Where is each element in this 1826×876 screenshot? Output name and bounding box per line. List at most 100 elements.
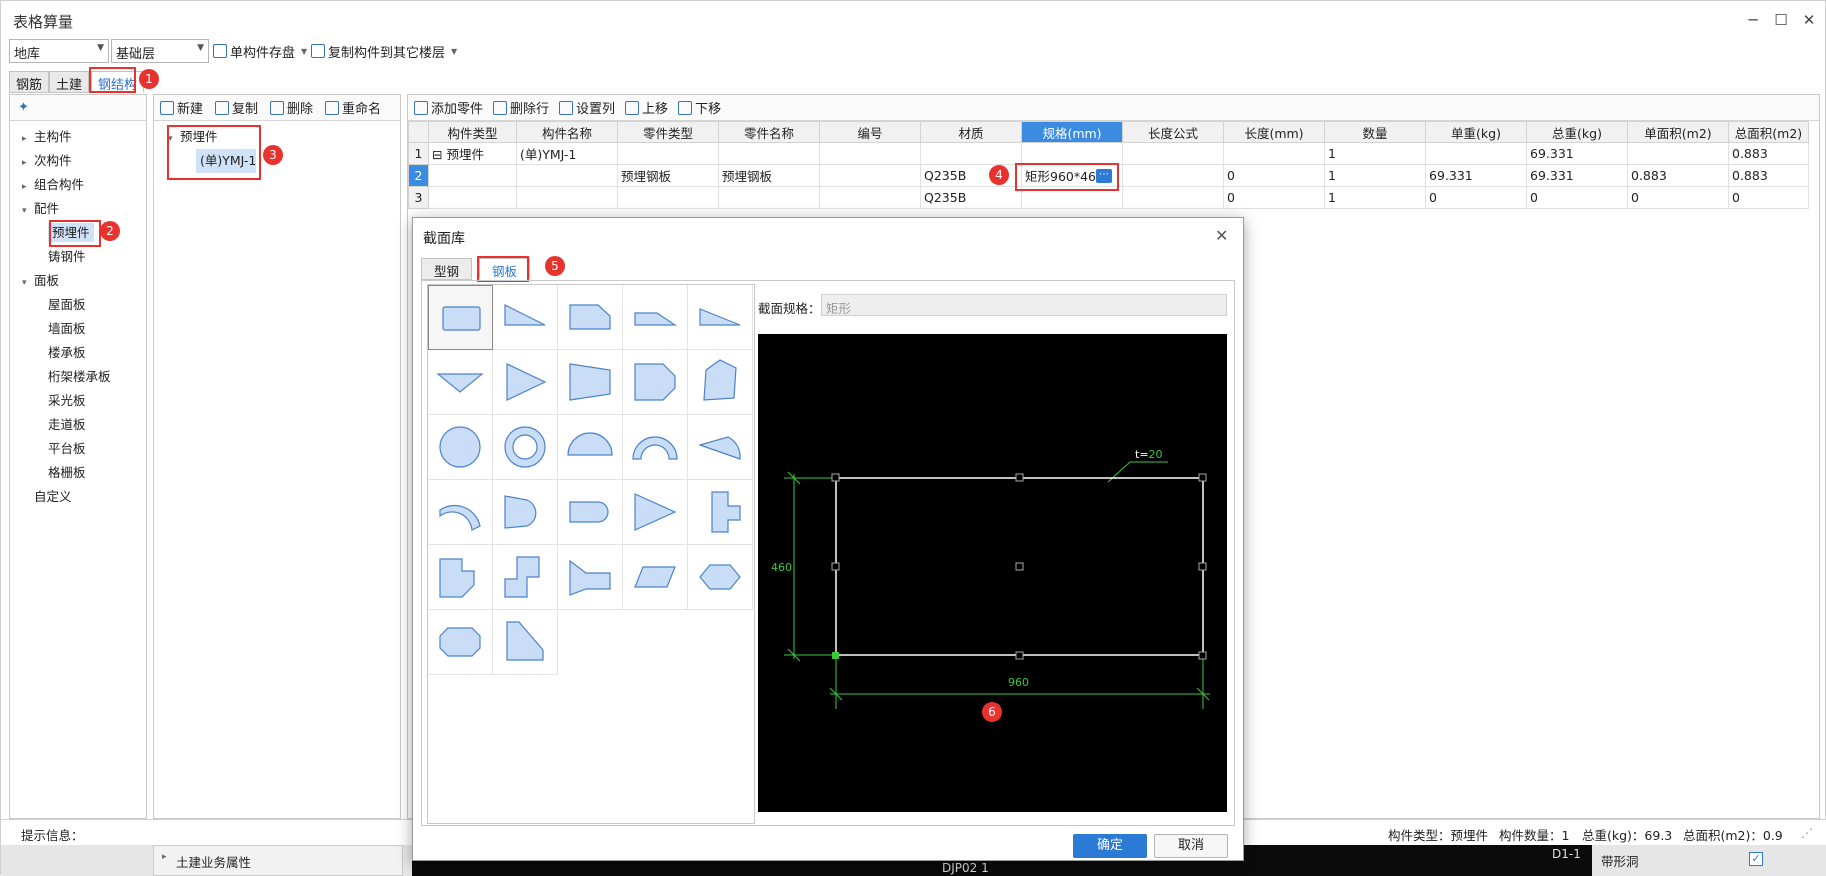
table-cell[interactable] — [718, 142, 820, 165]
table-cell[interactable] — [819, 186, 921, 209]
column-header[interactable]: 构件类型 — [428, 121, 517, 143]
table-cell[interactable]: 预埋钢板 — [718, 164, 820, 187]
floor-select[interactable]: 基础层 ▼ — [111, 39, 209, 63]
table-cell[interactable] — [516, 186, 618, 209]
ok-button[interactable]: 确定 — [1073, 834, 1147, 858]
shape-option[interactable] — [688, 285, 753, 350]
shape-option[interactable] — [493, 480, 558, 545]
tree-item[interactable]: ▾ 配件 — [10, 197, 146, 221]
tree-item[interactable]: 自定义 — [10, 485, 146, 509]
table-cell[interactable] — [1122, 164, 1224, 187]
column-header[interactable]: 总重(kg) — [1526, 121, 1628, 143]
shape-option[interactable] — [493, 285, 558, 350]
table-row[interactable]: 1 ⊟ 预埋件 (单)YMJ-1 1 69.331 0.883 — [408, 142, 1809, 165]
tree-item[interactable]: 平台板 — [10, 437, 146, 461]
column-header[interactable]: 单重(kg) — [1425, 121, 1527, 143]
column-header[interactable]: 材质 — [920, 121, 1022, 143]
shape-option-rectangle[interactable] — [428, 285, 493, 350]
table-cell[interactable] — [1122, 142, 1224, 165]
cancel-button[interactable]: 取消 — [1154, 834, 1228, 858]
shape-option[interactable] — [493, 610, 558, 675]
table-cell[interactable]: 0 — [1526, 186, 1628, 209]
expand-icon[interactable]: ✦ — [18, 100, 29, 115]
tab-rebar[interactable]: 钢筋 — [9, 71, 50, 93]
table-cell[interactable]: 预埋钢板 — [617, 164, 719, 187]
column-header[interactable]: 单面积(m2) — [1627, 121, 1729, 143]
table-cell[interactable] — [516, 164, 618, 187]
shape-option[interactable] — [688, 545, 753, 610]
copy-to-floor-button[interactable]: 复制构件到其它楼层 ▼ — [311, 39, 457, 63]
table-cell[interactable]: 1 — [1324, 186, 1426, 209]
tree-item[interactable]: 格栅板 — [10, 461, 146, 485]
tree-item[interactable]: 走道板 — [10, 413, 146, 437]
table-cell[interactable]: Q235B — [920, 186, 1022, 209]
add-part-button[interactable]: 添加零件 — [414, 96, 483, 120]
shape-option[interactable] — [623, 415, 688, 480]
column-header[interactable]: 规格(mm) — [1021, 121, 1123, 143]
table-cell[interactable] — [920, 142, 1022, 165]
resize-grip-icon[interactable]: ⋰ — [1801, 826, 1813, 840]
shape-option[interactable] — [688, 350, 753, 415]
shape-option[interactable] — [623, 285, 688, 350]
table-cell[interactable]: 0 — [1223, 164, 1325, 187]
table-cell[interactable]: (单)YMJ-1 — [516, 142, 618, 165]
delete-button[interactable]: 删除 — [270, 96, 313, 120]
table-cell[interactable] — [819, 142, 921, 165]
shape-option[interactable] — [428, 545, 493, 610]
shape-option[interactable] — [428, 415, 493, 480]
rename-button[interactable]: 重命名 — [325, 96, 381, 120]
save-component-button[interactable]: 单构件存盘 ▼ — [213, 39, 307, 63]
shape-option[interactable] — [623, 480, 688, 545]
shape-option[interactable] — [493, 415, 558, 480]
background-checkbox[interactable]: ✓ — [1749, 852, 1763, 866]
column-header[interactable]: 构件名称 — [516, 121, 618, 143]
table-cell[interactable]: 1 — [1324, 142, 1426, 165]
table-cell[interactable] — [1223, 142, 1325, 165]
column-header[interactable]: 长度(mm) — [1223, 121, 1325, 143]
shape-option[interactable] — [493, 545, 558, 610]
tree-item[interactable]: 屋面板 — [10, 293, 146, 317]
table-cell[interactable]: 0.883 — [1728, 164, 1809, 187]
tree-item[interactable]: ▸ 主构件 — [10, 125, 146, 149]
column-header[interactable]: 长度公式 — [1122, 121, 1224, 143]
shape-option[interactable] — [558, 285, 623, 350]
move-down-button[interactable]: 下移 — [678, 96, 721, 120]
set-columns-button[interactable]: 设置列 — [559, 96, 615, 120]
tree-item[interactable]: 采光板 — [10, 389, 146, 413]
table-cell[interactable]: 0.883 — [1728, 142, 1809, 165]
move-up-button[interactable]: 上移 — [625, 96, 668, 120]
shape-option[interactable] — [558, 415, 623, 480]
dialog-close-icon[interactable]: ✕ — [1215, 226, 1228, 245]
shape-option[interactable] — [558, 480, 623, 545]
shape-option[interactable] — [623, 350, 688, 415]
shape-option[interactable] — [558, 350, 623, 415]
table-cell[interactable]: 69.331 — [1526, 164, 1628, 187]
table-cell[interactable] — [1425, 142, 1527, 165]
tab-section-steel[interactable]: 型钢 — [421, 258, 473, 280]
shape-option[interactable] — [428, 610, 493, 675]
column-header[interactable]: 零件名称 — [718, 121, 820, 143]
tree-item[interactable]: 墙面板 — [10, 317, 146, 341]
tree-item[interactable]: ▸ 次构件 — [10, 149, 146, 173]
background-prop-label[interactable]: 土建业务属性 — [176, 852, 251, 871]
table-cell[interactable] — [819, 164, 921, 187]
shape-option[interactable] — [558, 545, 623, 610]
tree-item[interactable]: 楼承板 — [10, 341, 146, 365]
table-cell[interactable]: 0 — [1627, 186, 1729, 209]
shape-option[interactable] — [688, 415, 753, 480]
shape-option[interactable] — [428, 480, 493, 545]
tree-item[interactable]: ▾ 面板 — [10, 269, 146, 293]
tree-item[interactable]: 铸钢件 — [10, 245, 146, 269]
table-cell[interactable] — [1627, 142, 1729, 165]
column-header[interactable]: 编号 — [819, 121, 921, 143]
tree-item[interactable]: 桁架楼承板 — [10, 365, 146, 389]
table-cell[interactable] — [617, 142, 719, 165]
shape-option[interactable] — [623, 545, 688, 610]
shape-option[interactable] — [428, 350, 493, 415]
table-cell[interactable]: 0 — [1223, 186, 1325, 209]
more-options-icon[interactable]: ⋯ — [1096, 169, 1112, 183]
tree-item[interactable]: ▸ 组合构件 — [10, 173, 146, 197]
minimize-icon[interactable]: ─ — [1743, 11, 1763, 29]
shape-option[interactable] — [493, 350, 558, 415]
table-cell[interactable]: 69.331 — [1526, 142, 1628, 165]
